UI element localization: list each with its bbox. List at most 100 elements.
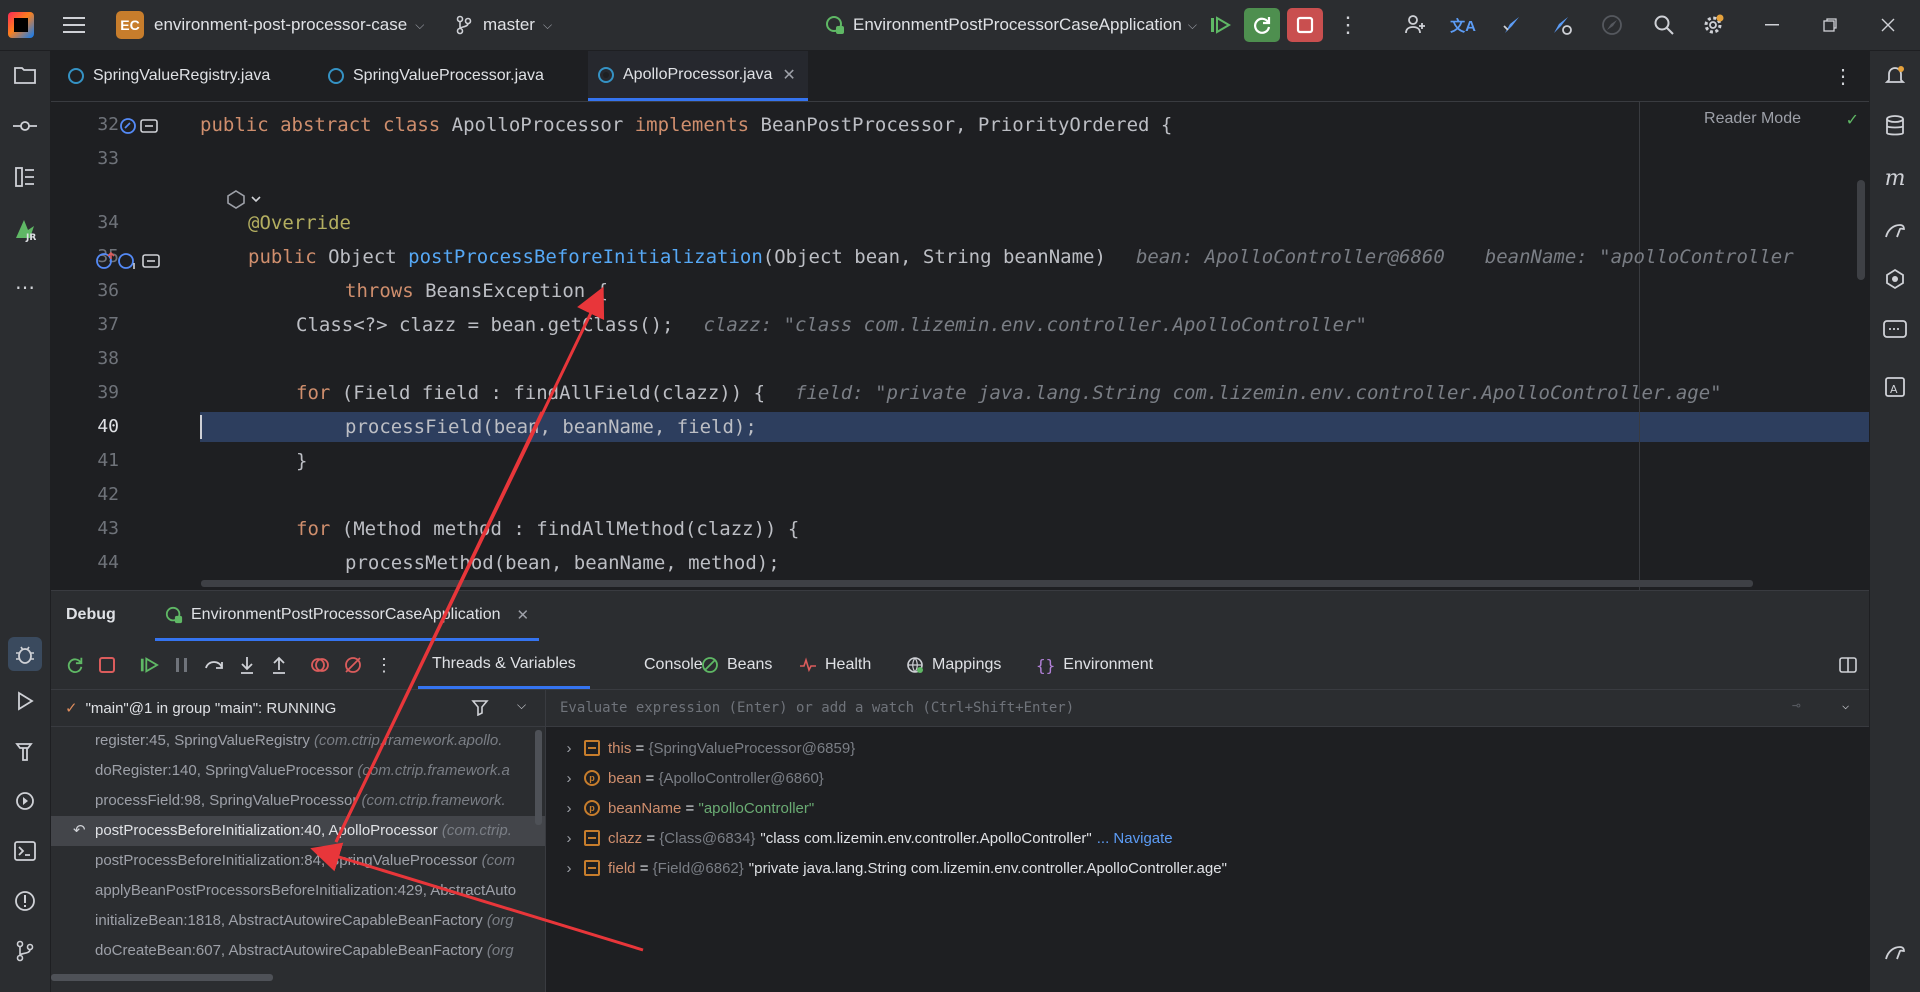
- rerun-debug-icon[interactable]: [63, 653, 87, 677]
- commit-icon[interactable]: [11, 112, 39, 140]
- tab-mappings[interactable]: Mappings: [906, 641, 1001, 689]
- terminal-icon[interactable]: [11, 837, 39, 865]
- close-session-icon[interactable]: ✕: [516, 606, 529, 624]
- filter-icon[interactable]: [471, 698, 489, 716]
- problems-icon[interactable]: [11, 887, 39, 915]
- step-out-icon[interactable]: [267, 653, 291, 677]
- pause-program-icon[interactable]: [170, 653, 194, 677]
- endpoints-icon[interactable]: [1881, 315, 1909, 343]
- build-hammer-icon[interactable]: [11, 737, 39, 765]
- stack-frame[interactable]: doCreateBean:607, AbstractAutowireCapabl…: [51, 936, 545, 966]
- frames-horizontal-scrollbar[interactable]: [51, 974, 273, 981]
- tab-spring-value-processor[interactable]: SpringValueProcessor.java: [328, 51, 544, 101]
- deploy-rocket-icon[interactable]: [1499, 11, 1527, 39]
- tab-environment[interactable]: {} Environment: [1036, 641, 1153, 689]
- step-over-icon[interactable]: [202, 653, 226, 677]
- tab-spring-value-registry[interactable]: SpringValueRegistry.java: [68, 51, 270, 101]
- implemented-gutter-icon[interactable]: [119, 117, 163, 137]
- evaluate-expression-input[interactable]: Evaluate expression (Enter) or add a wat…: [546, 690, 1869, 727]
- rocket-gear-icon[interactable]: [1548, 11, 1576, 39]
- resume-icon[interactable]: [1206, 11, 1234, 39]
- thread-selector[interactable]: ✓ "main"@1 in group "main": RUNNING ⌵: [51, 690, 545, 727]
- variable-row[interactable]: › field = {Field@6862} "private java.lan…: [546, 853, 1869, 883]
- stop-button[interactable]: [1287, 8, 1323, 42]
- search-icon[interactable]: [1650, 11, 1678, 39]
- maven-icon[interactable]: m: [1881, 164, 1909, 192]
- chevron-down-icon[interactable]: ⌵: [1842, 698, 1849, 712]
- mute-breakpoints-icon[interactable]: [341, 653, 365, 677]
- database-icon[interactable]: [1881, 112, 1909, 140]
- minimize-icon[interactable]: [1758, 11, 1786, 39]
- view-breakpoints-icon[interactable]: [308, 653, 332, 677]
- navigate-link[interactable]: ... Navigate: [1097, 830, 1173, 847]
- structure-icon[interactable]: [11, 163, 39, 191]
- tab-apollo-processor[interactable]: ApolloProcessor.java ✕: [588, 51, 808, 101]
- reader-mode-toggle[interactable]: Reader Mode: [1704, 110, 1801, 128]
- expand-chevron-icon[interactable]: ›: [554, 860, 584, 877]
- translate-icon[interactable]: 文A: [1449, 11, 1477, 39]
- expand-chevron-icon[interactable]: ›: [554, 740, 584, 757]
- intellij-logo-icon[interactable]: [8, 12, 34, 38]
- debug-bug-icon[interactable]: [8, 637, 42, 671]
- variable-row[interactable]: › p bean = {ApolloController@6860}: [546, 763, 1869, 793]
- close-tab-icon[interactable]: ✕: [782, 65, 795, 85]
- gradle-icon[interactable]: [1881, 215, 1909, 243]
- close-window-icon[interactable]: [1874, 11, 1902, 39]
- expand-chevron-icon[interactable]: ›: [554, 770, 584, 787]
- stack-frame[interactable]: initializeBean:1818, AbstractAutowireCap…: [51, 906, 545, 936]
- expand-chevron-icon[interactable]: ›: [554, 800, 584, 817]
- stack-frame[interactable]: applyBeanPostProcessorsBeforeInitializat…: [51, 876, 545, 906]
- stack-frame-selected[interactable]: ↶ postProcessBeforeInitialization:40, Ap…: [51, 816, 545, 846]
- layout-settings-icon[interactable]: [1836, 653, 1860, 677]
- variable-row[interactable]: › p beanName = "apolloController": [546, 793, 1869, 823]
- tab-threads-variables[interactable]: Threads & Variables: [418, 641, 590, 689]
- run-config-selector[interactable]: EnvironmentPostProcessorCaseApplication …: [825, 0, 1197, 50]
- run-icon[interactable]: [11, 687, 39, 715]
- horizontal-scrollbar[interactable]: [201, 580, 1753, 587]
- services-icon[interactable]: [11, 787, 39, 815]
- settings-gear-icon[interactable]: [1699, 11, 1727, 39]
- stop-icon: [1296, 16, 1314, 34]
- rerun-button[interactable]: [1244, 8, 1280, 42]
- git-icon[interactable]: [11, 937, 39, 965]
- project-folder-icon[interactable]: [11, 61, 39, 89]
- more-tools-icon[interactable]: ⋯: [11, 273, 39, 301]
- restore-icon[interactable]: [1816, 11, 1844, 39]
- code-editor[interactable]: Reader Mode ✓ 32 33 34 35 36 37 38 39 40…: [51, 102, 1869, 590]
- more-vertical-icon[interactable]: ⋮: [1334, 11, 1362, 39]
- stack-frame[interactable]: doRegister:140, SpringValueProcessor (co…: [51, 756, 545, 786]
- tab-beans[interactable]: Beans: [701, 641, 772, 689]
- tab-console[interactable]: Console: [644, 641, 703, 689]
- variable-row[interactable]: › clazz = {Class@6834} "class com.lizemi…: [546, 823, 1869, 853]
- chevron-down-icon[interactable]: ⌵: [517, 698, 526, 713]
- frame-package: (org: [486, 942, 514, 959]
- java-class-icon: [328, 68, 344, 84]
- vertical-scrollbar[interactable]: [1857, 180, 1865, 280]
- project-selector[interactable]: EC environment-post-processor-case ⌵: [116, 0, 424, 50]
- spring-bean-gutter-icon[interactable]: [226, 189, 264, 209]
- stack-frame[interactable]: processField:98, SpringValueProcessor (c…: [51, 786, 545, 816]
- ai-assistant-icon[interactable]: [1881, 265, 1909, 293]
- stack-frame[interactable]: postProcessBeforeInitialization:84, Spri…: [51, 846, 545, 876]
- variable-row[interactable]: › this = {SpringValueProcessor@6859}: [546, 733, 1869, 763]
- gradle-elephant-icon[interactable]: [1881, 937, 1909, 965]
- rocket-disabled-icon[interactable]: [1598, 11, 1626, 39]
- stack-frame[interactable]: register:45, SpringValueRegistry (com.ct…: [51, 726, 545, 756]
- step-into-icon[interactable]: [235, 653, 259, 677]
- tab-options-icon[interactable]: ⋮: [1829, 62, 1857, 90]
- stop-debug-icon[interactable]: [95, 653, 119, 677]
- add-user-icon[interactable]: [1401, 11, 1429, 39]
- override-gutter-icon[interactable]: [95, 251, 165, 271]
- more-actions-icon[interactable]: ⋮: [372, 653, 396, 677]
- add-watch-icon[interactable]: ⊸: [1792, 698, 1800, 714]
- debug-session-tab[interactable]: EnvironmentPostProcessorCaseApplication …: [155, 591, 540, 641]
- resume-program-icon[interactable]: [137, 653, 161, 677]
- tab-health[interactable]: Health: [799, 641, 871, 689]
- branch-selector[interactable]: master ⌵: [455, 0, 552, 50]
- main-menu-icon[interactable]: [60, 11, 88, 39]
- translation-doc-icon[interactable]: A: [1881, 373, 1909, 401]
- frames-vertical-scrollbar[interactable]: [535, 730, 542, 825]
- expand-chevron-icon[interactable]: ›: [554, 830, 584, 847]
- notifications-bell-icon[interactable]: [1881, 61, 1909, 89]
- jrebel-icon[interactable]: JR: [11, 215, 39, 243]
